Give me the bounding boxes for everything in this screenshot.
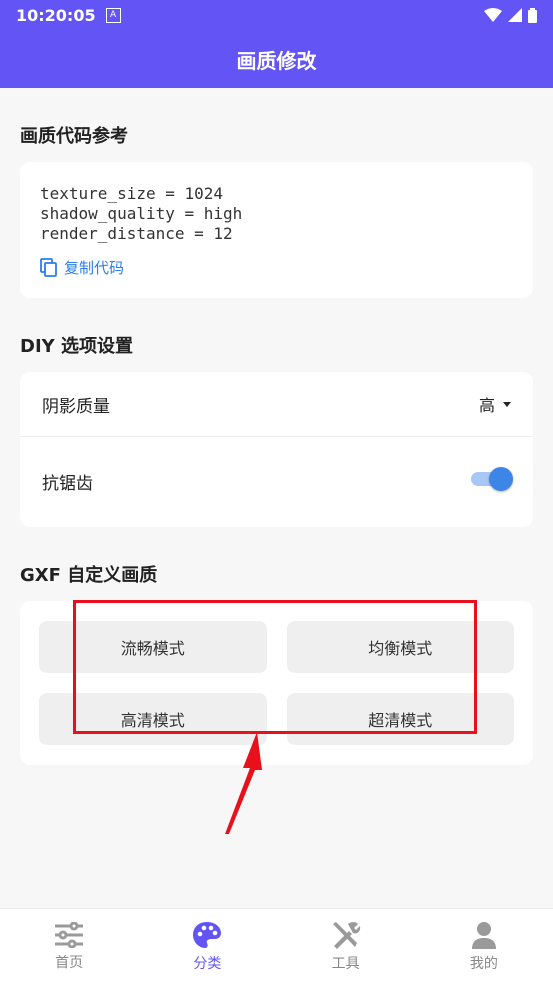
gxf-card: 流畅模式 均衡模式 高清模式 超清模式 — [20, 601, 533, 765]
copy-code-button[interactable]: 复制代码 — [40, 258, 513, 278]
mode-hd-button[interactable]: 高清模式 — [39, 693, 267, 745]
nav-profile[interactable]: 我的 — [415, 909, 553, 985]
code-line: texture_size = 1024 — [40, 184, 224, 203]
code-section-title: 画质代码参考 — [20, 126, 128, 147]
person-icon — [471, 922, 496, 949]
nav-home-label: 首页 — [55, 955, 84, 971]
caret-down-icon — [503, 401, 511, 407]
antialias-label: 抗锯齿 — [42, 474, 93, 494]
nav-profile-label: 我的 — [469, 956, 498, 972]
copy-icon — [40, 258, 57, 277]
sliders-icon — [55, 922, 84, 948]
code-line: shadow_quality = high — [40, 204, 243, 223]
code-card: texture_size = 1024 shadow_quality = hig… — [20, 162, 533, 298]
copy-code-label: 复制代码 — [64, 259, 125, 277]
nav-category[interactable]: 分类 — [138, 909, 276, 985]
page-title: 画质修改 — [236, 48, 317, 73]
signal-icon — [508, 8, 522, 22]
shadow-quality-label: 阴影质量 — [42, 396, 110, 417]
nav-category-label: 分类 — [193, 956, 222, 972]
nav-tools[interactable]: 工具 — [277, 909, 415, 985]
palette-icon — [193, 922, 222, 948]
mode-ultra-button[interactable]: 超清模式 — [286, 693, 514, 745]
battery-icon — [528, 7, 537, 23]
nav-tools-label: 工具 — [331, 956, 360, 972]
status-icons — [484, 7, 537, 23]
diy-section-title: DIY 选项设置 — [20, 336, 133, 357]
status-time: 10:20:05 — [16, 5, 96, 25]
code-line: render_distance = 12 — [40, 224, 233, 243]
mode-balanced-button[interactable]: 均衡模式 — [286, 621, 514, 673]
notification-a-icon: A — [105, 7, 121, 23]
antialias-toggle[interactable] — [471, 467, 513, 491]
shadow-quality-dropdown[interactable]: 高 — [479, 392, 511, 416]
status-bar: 10:20:05 A — [0, 0, 553, 30]
shadow-quality-value: 高 — [478, 396, 495, 415]
bottom-nav: 首页 分类 工具 我的 — [0, 908, 553, 985]
app-bar: 画质修改 — [0, 30, 553, 88]
wifi-icon — [484, 8, 502, 22]
toggle-thumb — [489, 467, 513, 491]
gxf-section-title: GXF 自定义画质 — [20, 565, 158, 586]
nav-home[interactable]: 首页 — [0, 909, 138, 985]
antialias-row: 抗锯齿 — [20, 437, 533, 527]
diy-card: 阴影质量 高 抗锯齿 — [20, 372, 533, 527]
tools-icon — [332, 922, 360, 949]
shadow-quality-row: 阴影质量 高 — [20, 372, 533, 437]
mode-smooth-button[interactable]: 流畅模式 — [39, 621, 267, 673]
